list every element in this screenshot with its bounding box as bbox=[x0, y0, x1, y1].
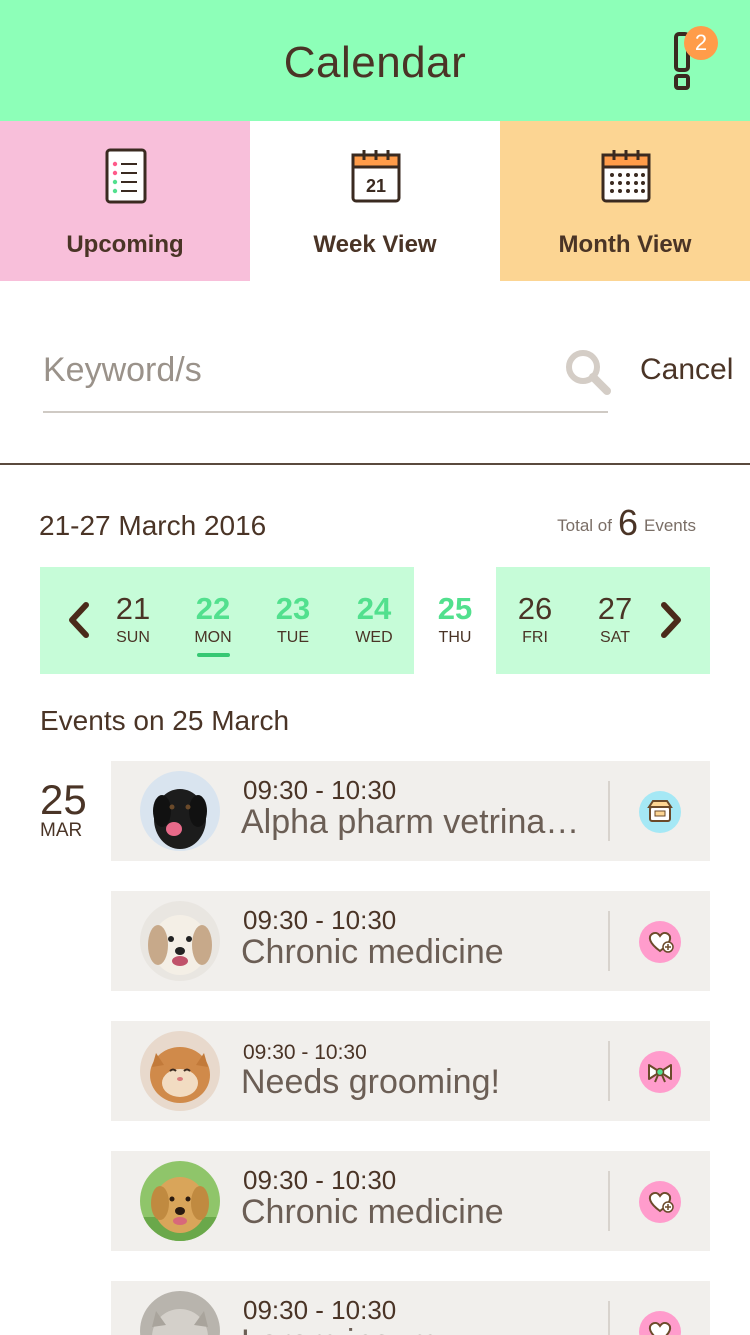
day-thu[interactable]: 25 THU bbox=[414, 567, 496, 674]
day-name: SAT bbox=[600, 629, 630, 646]
day-name: SUN bbox=[116, 629, 150, 646]
pet-avatar bbox=[140, 901, 220, 981]
app-header: Calendar 2 bbox=[0, 0, 750, 121]
list-icon bbox=[105, 148, 147, 204]
heart-plus-icon bbox=[639, 921, 681, 963]
event-title: Alpha pharm vetrinary clinic bbox=[241, 803, 581, 841]
store-icon bbox=[639, 791, 681, 833]
day-sat[interactable]: 27 SAT bbox=[575, 567, 655, 674]
total-count: 6 bbox=[617, 502, 639, 543]
event-card[interactable]: 09:30 - 10:30 Lorem ipsum bbox=[111, 1281, 710, 1335]
event-time: 09:30 - 10:30 bbox=[243, 905, 397, 935]
chevron-left-icon[interactable] bbox=[64, 597, 94, 643]
day-number: 21 bbox=[115, 591, 151, 626]
day-name: MON bbox=[194, 629, 232, 646]
alerts-button[interactable]: 2 bbox=[666, 24, 726, 94]
pet-avatar bbox=[140, 1031, 220, 1111]
tab-month-view-label: Month View bbox=[558, 231, 692, 258]
search-icon[interactable] bbox=[563, 347, 613, 397]
day-number: 25 bbox=[437, 591, 473, 626]
tab-upcoming[interactable]: Upcoming bbox=[0, 121, 250, 281]
calendar-month-icon bbox=[601, 150, 651, 203]
heart-plus-icon bbox=[639, 1311, 681, 1335]
event-title: Chronic medicine bbox=[241, 1193, 504, 1231]
event-time: 09:30 - 10:30 bbox=[243, 1041, 367, 1064]
total-prefix: Total of bbox=[557, 516, 612, 535]
day-number: 26 bbox=[517, 591, 553, 626]
view-tabs: Upcoming 21 Week View Month View bbox=[0, 121, 750, 281]
card-separator bbox=[608, 1171, 610, 1231]
day-name: THU bbox=[438, 629, 472, 646]
event-title: Needs grooming! bbox=[241, 1063, 500, 1101]
day-name: WED bbox=[355, 629, 393, 646]
day-number: 23 bbox=[275, 591, 311, 626]
card-separator bbox=[608, 1301, 610, 1335]
day-fri[interactable]: 26 FRI bbox=[495, 567, 575, 674]
event-card[interactable]: 09:30 - 10:30 Needs grooming! bbox=[111, 1021, 710, 1121]
page-title: Calendar bbox=[283, 38, 467, 87]
heart-plus-icon bbox=[639, 1181, 681, 1223]
day-name: TUE bbox=[277, 629, 309, 646]
event-time: 09:30 - 10:30 bbox=[243, 775, 397, 805]
search-bar: Keyword/s Cancel bbox=[0, 281, 750, 464]
total-suffix: Events bbox=[644, 516, 696, 535]
today-indicator bbox=[197, 653, 230, 657]
search-input[interactable]: Keyword/s bbox=[43, 341, 611, 413]
tab-month-view[interactable]: Month View bbox=[500, 121, 750, 281]
card-separator bbox=[608, 781, 610, 841]
event-date-day: 25 bbox=[40, 776, 87, 823]
day-name: FRI bbox=[522, 629, 548, 646]
event-title: Chronic medicine bbox=[241, 933, 504, 971]
event-date: 25 MAR bbox=[40, 776, 100, 842]
tab-week-view[interactable]: 21 Week View bbox=[250, 121, 500, 281]
cancel-button[interactable]: Cancel bbox=[640, 353, 733, 387]
day-mon[interactable]: 22 MON bbox=[173, 567, 253, 674]
events-heading: Events on 25 March bbox=[40, 705, 290, 736]
event-time: 09:30 - 10:30 bbox=[243, 1165, 397, 1195]
day-number: 22 bbox=[195, 591, 231, 626]
tab-upcoming-label: Upcoming bbox=[66, 231, 184, 258]
day-tue[interactable]: 23 TUE bbox=[253, 567, 333, 674]
card-separator bbox=[608, 911, 610, 971]
event-card[interactable]: 09:30 - 10:30 Alpha pharm vetrinary clin… bbox=[111, 761, 710, 861]
day-sun[interactable]: 21 SUN bbox=[93, 567, 173, 674]
calendar-day-icon: 21 bbox=[351, 150, 401, 203]
event-date-month: MAR bbox=[40, 820, 83, 841]
pet-avatar bbox=[140, 771, 220, 851]
alert-count-badge: 2 bbox=[684, 26, 718, 60]
week-range: 21-27 March 2016 bbox=[39, 510, 267, 541]
tab-week-view-label: Week View bbox=[313, 231, 437, 258]
pet-avatar bbox=[140, 1291, 220, 1335]
event-title: Lorem ipsum bbox=[241, 1323, 581, 1335]
week-day-strip: 21 SUN 22 MON 23 TUE 24 WED 25 THU 26 FR… bbox=[40, 567, 710, 674]
day-number: 24 bbox=[356, 591, 392, 626]
chevron-right-icon[interactable] bbox=[656, 597, 686, 643]
event-card[interactable]: 09:30 - 10:30 Chronic medicine bbox=[111, 1151, 710, 1251]
total-events: Total of 6 Events bbox=[557, 502, 696, 544]
bow-icon bbox=[639, 1051, 681, 1093]
event-time: 09:30 - 10:30 bbox=[243, 1295, 397, 1325]
day-number: 27 bbox=[597, 591, 633, 626]
divider bbox=[0, 463, 750, 465]
pet-avatar bbox=[140, 1161, 220, 1241]
day-wed[interactable]: 24 WED bbox=[334, 567, 414, 674]
search-placeholder: Keyword/s bbox=[43, 351, 202, 389]
calendar-day-icon-text: 21 bbox=[366, 176, 386, 196]
event-card[interactable]: 09:30 - 10:30 Chronic medicine bbox=[111, 891, 710, 991]
card-separator bbox=[608, 1041, 610, 1101]
